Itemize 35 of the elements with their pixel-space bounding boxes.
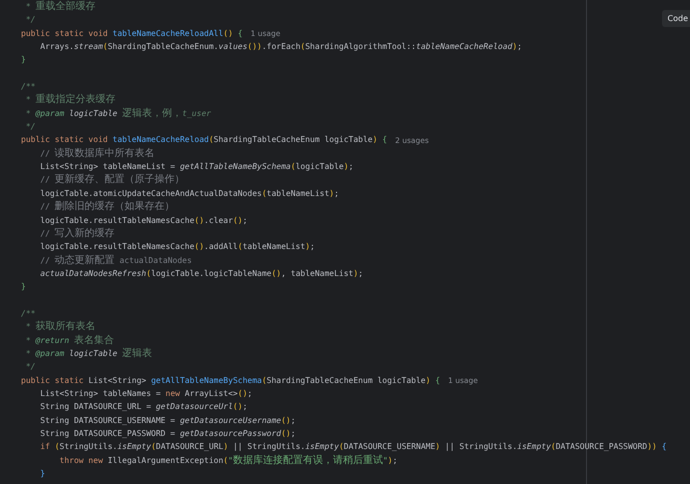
code-line: public static void tableNameCacheReloadAll() {	[21, 28, 243, 40]
code-line: String DATASOURCE_URL = getDatasourceUrl();	[39, 401, 248, 414]
code-line: // 更新缓存、配置（原子操作）	[39, 173, 185, 187]
code-line: // 写入新的缓存	[39, 226, 115, 240]
code-line: * 重载全部缓存	[24, 0, 96, 14]
code-line: String DATASOURCE_PASSWORD = getDatasourcePassword();	[39, 428, 296, 440]
code-line: actualDataNodesRefresh(logicTable.logicTableName(), tableNameList);	[39, 268, 364, 280]
code-line: * @param logicTable 逻辑表，例，t_user	[24, 106, 212, 120]
code-line: // 删除旧的缓存（如果存在）	[39, 200, 175, 214]
code-line: if (StringUtils.isEmpty(DATASOURCE_URL) || StringUtils.isEmpty(DATASOURCE_USERNAME) || StringUtils.isEmpty(DATASOURCE_PASSWORD)) {	[39, 441, 667, 454]
code-line: String DATASOURCE_USERNAME = getDatasourceUsername();	[39, 414, 296, 427]
code-line: throw new IllegalArgumentException("数据库连接配置有误，请稍后重试");	[58, 454, 398, 468]
code-line: logicTable.resultTableNamesCache().clear();	[39, 214, 248, 227]
code-line: public static List<String> getAllTableNameBySchema(ShardingTableCacheEnum logicTable) {	[21, 374, 440, 387]
code-line: List<String> tableNameList = getAllTableNameBySchema(logicTable);	[39, 161, 354, 174]
code-line: * 获取所有表名	[24, 320, 96, 334]
code-line: }	[39, 468, 46, 480]
code-button[interactable]: Code	[662, 10, 690, 27]
code-line: public static void tableNameCacheReload(ShardingTableCacheEnum logicTable) {	[21, 134, 388, 146]
code-line: }	[21, 54, 26, 66]
code-line: */	[24, 121, 36, 134]
code-line: logicTable.resultTableNamesCache().addAll(tableNameList);	[39, 241, 315, 254]
code-line: }	[21, 281, 26, 294]
code-line: // 读取数据库中所有表名	[39, 146, 155, 160]
code-line: // 动态更新配置 actualDataNodes	[39, 254, 192, 267]
code-line: List<String> tableNames = new ArrayList<>();	[39, 388, 252, 400]
code-line: * @param logicTable 逻辑表	[24, 346, 152, 360]
code-line: Arrays.stream(ShardingTableCacheEnum.values()).forEach(ShardingAlgorithmTool::tableNameCacheReload);	[39, 41, 522, 54]
code-line: */	[24, 14, 36, 26]
code-line: /**	[21, 81, 36, 94]
code-line: * 重载指定分表缓存	[24, 93, 116, 107]
code-line: logicTable.atomicUpdateCacheAndActualDataNodes(tableNameList);	[39, 188, 339, 200]
code-line: * @return 表名集合	[24, 334, 114, 347]
code-line: /**	[21, 308, 36, 320]
code-line: */	[24, 361, 36, 374]
